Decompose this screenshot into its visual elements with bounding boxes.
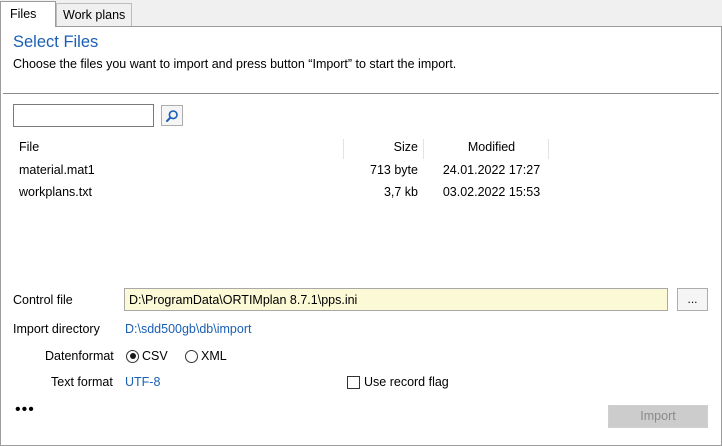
use-record-flag-checkbox[interactable]: Use record flag bbox=[347, 375, 449, 389]
column-header-file[interactable]: File bbox=[19, 137, 39, 159]
file-size: 3,7 kb bbox=[383, 185, 418, 199]
tab-files[interactable]: Files bbox=[0, 1, 56, 27]
format-csv-label: CSV bbox=[142, 349, 168, 363]
more-options-icon[interactable]: ••• bbox=[15, 401, 35, 419]
data-format-label: Datenformat bbox=[45, 349, 114, 363]
radio-selected-icon bbox=[126, 349, 139, 363]
header-divider bbox=[3, 93, 719, 94]
table-row[interactable]: material.mat1 713 byte 24.01.2022 17:27 bbox=[13, 159, 709, 181]
files-panel: Select Files Choose the files you want t… bbox=[0, 26, 722, 446]
search-icon bbox=[166, 109, 178, 122]
file-size: 713 byte bbox=[370, 163, 418, 177]
column-header-modified[interactable]: Modified bbox=[424, 137, 559, 159]
column-divider[interactable] bbox=[548, 139, 549, 159]
file-modified: 24.01.2022 17:27 bbox=[442, 163, 541, 177]
tab-bar: Files Work plans bbox=[0, 0, 722, 27]
format-xml-label: XML bbox=[201, 349, 227, 363]
file-name: workplans.txt bbox=[19, 185, 92, 199]
tab-work-plans[interactable]: Work plans bbox=[56, 3, 132, 27]
import-directory-link[interactable]: D:\sdd500gb\db\import bbox=[125, 322, 251, 336]
format-csv-radio[interactable]: CSV bbox=[126, 349, 168, 363]
checkbox-unchecked-icon bbox=[347, 375, 360, 389]
control-file-label: Control file bbox=[13, 293, 73, 307]
file-table-header: File Size Modified bbox=[13, 137, 709, 159]
browse-control-file-button[interactable]: ... bbox=[677, 288, 708, 311]
text-format-link[interactable]: UTF-8 bbox=[125, 375, 160, 389]
import-directory-label: Import directory bbox=[13, 322, 100, 336]
column-header-size[interactable]: Size bbox=[343, 137, 418, 159]
file-name: material.mat1 bbox=[19, 163, 95, 177]
file-modified: 03.02.2022 15:53 bbox=[442, 185, 541, 199]
search-input[interactable] bbox=[13, 104, 154, 127]
table-row[interactable]: workplans.txt 3,7 kb 03.02.2022 15:53 bbox=[13, 181, 709, 203]
radio-unselected-icon bbox=[185, 349, 198, 363]
import-button[interactable]: Import bbox=[608, 405, 708, 428]
use-record-flag-label: Use record flag bbox=[364, 375, 449, 389]
file-table: File Size Modified material.mat1 713 byt… bbox=[13, 137, 709, 203]
search-button[interactable] bbox=[161, 105, 183, 126]
page-instructions: Choose the files you want to import and … bbox=[13, 57, 457, 71]
text-format-label: Text format bbox=[51, 375, 113, 389]
control-file-input[interactable] bbox=[124, 288, 668, 311]
format-xml-radio[interactable]: XML bbox=[185, 349, 227, 363]
page-title: Select Files bbox=[13, 33, 99, 51]
